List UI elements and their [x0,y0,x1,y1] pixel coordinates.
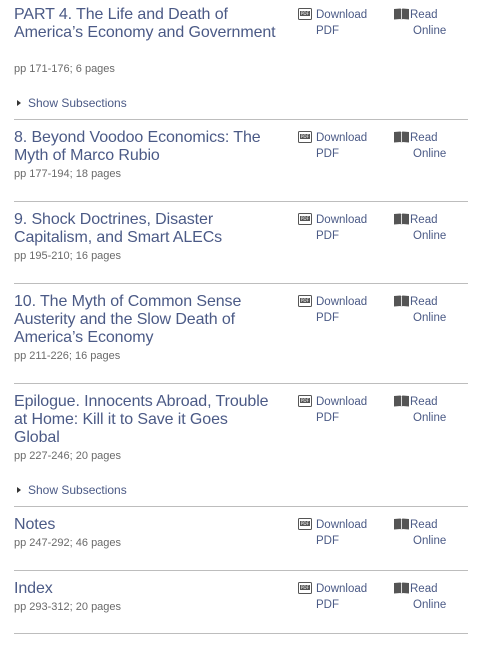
chapter-pages: pp 293-312; 20 pages [14,601,122,613]
open-book-icon [394,582,409,594]
pdf-label: PDF [316,312,339,324]
read-online-button[interactable]: Read Online [394,212,446,244]
read-online-button[interactable]: Read Online [394,7,446,39]
download-pdf-button[interactable]: PDF Download PDF [298,294,367,326]
show-subsections-toggle[interactable]: Show Subsections [17,483,127,497]
svg-text:PDF: PDF [301,298,310,303]
pdf-label: PDF [316,230,339,242]
read-online-button[interactable]: Read Online [394,517,446,549]
pdf-download-icon: PDF [298,295,312,307]
download-pdf-button[interactable]: PDF Download PDF [298,212,367,244]
svg-text:PDF: PDF [301,398,310,403]
online-label: Online [413,599,447,611]
pdf-label: PDF [316,599,339,611]
divider [14,383,468,384]
online-label: Online [413,230,447,242]
pdf-download-icon: PDF [298,213,312,225]
download-pdf-button[interactable]: PDF Download PDF [298,581,367,613]
open-book-icon [394,395,409,407]
divider [14,119,468,120]
download-pdf-button[interactable]: PDF Download PDF [298,517,367,549]
open-book-icon [394,295,409,307]
chapter-pages: pp 247-292; 46 pages [14,537,122,549]
open-book-icon [394,518,409,530]
open-book-icon [394,8,409,20]
chapter-title[interactable]: Epilogue. Innocents Abroad, Trouble at H… [14,393,276,447]
online-label: Online [413,312,447,324]
read-online-button[interactable]: Read Online [394,130,446,162]
chapter-title[interactable]: 9. Shock Doctrines, Disaster Capitalism,… [14,211,276,247]
online-label: Online [413,535,447,547]
pdf-download-icon: PDF [298,131,312,143]
open-book-icon [394,131,409,143]
chapter-title[interactable]: 10. The Myth of Common Sense Austerity a… [14,293,276,347]
show-subsections-toggle[interactable]: Show Subsections [17,96,127,110]
online-label: Online [413,25,447,37]
svg-text:PDF: PDF [301,521,310,526]
download-pdf-button[interactable]: PDF Download PDF [298,130,367,162]
pdf-label: PDF [316,412,339,424]
read-online-button[interactable]: Read Online [394,394,446,426]
chapter-title[interactable]: 8. Beyond Voodoo Economics: The Myth of … [14,129,276,165]
chapter-pages: pp 171-176; 6 pages [14,63,115,75]
divider [14,201,468,202]
pdf-download-icon: PDF [298,582,312,594]
online-label: Online [413,412,447,424]
divider [14,570,468,571]
chapter-list: PART 4. The Life and Death of America’s … [0,0,485,648]
chapter-title[interactable]: PART 4. The Life and Death of America’s … [14,6,276,42]
online-label: Online [413,148,447,160]
show-subsections-label: Show Subsections [28,483,127,497]
chapter-title[interactable]: Index [14,580,276,598]
pdf-label: PDF [316,25,339,37]
svg-text:PDF: PDF [301,11,310,16]
divider [14,633,468,634]
read-online-button[interactable]: Read Online [394,581,446,613]
chapter-pages: pp 211-226; 16 pages [14,350,121,362]
download-pdf-button[interactable]: PDF Download PDF [298,394,367,426]
download-pdf-button[interactable]: PDF Download PDF [298,7,367,39]
divider [14,283,468,284]
show-subsections-label: Show Subsections [28,96,127,110]
pdf-download-icon: PDF [298,8,312,20]
divider [14,506,468,507]
chapter-pages: pp 177-194; 18 pages [14,168,122,180]
chapter-title[interactable]: Notes [14,516,276,534]
svg-text:PDF: PDF [301,216,310,221]
pdf-label: PDF [316,148,339,160]
read-online-button[interactable]: Read Online [394,294,446,326]
caret-right-icon [17,487,21,493]
pdf-label: PDF [316,535,339,547]
chapter-pages: pp 227-246; 20 pages [14,450,122,462]
chapter-pages: pp 195-210; 16 pages [14,250,122,262]
open-book-icon [394,213,409,225]
svg-text:PDF: PDF [301,585,310,590]
pdf-download-icon: PDF [298,395,312,407]
caret-right-icon [17,100,21,106]
svg-text:PDF: PDF [301,134,310,139]
pdf-download-icon: PDF [298,518,312,530]
